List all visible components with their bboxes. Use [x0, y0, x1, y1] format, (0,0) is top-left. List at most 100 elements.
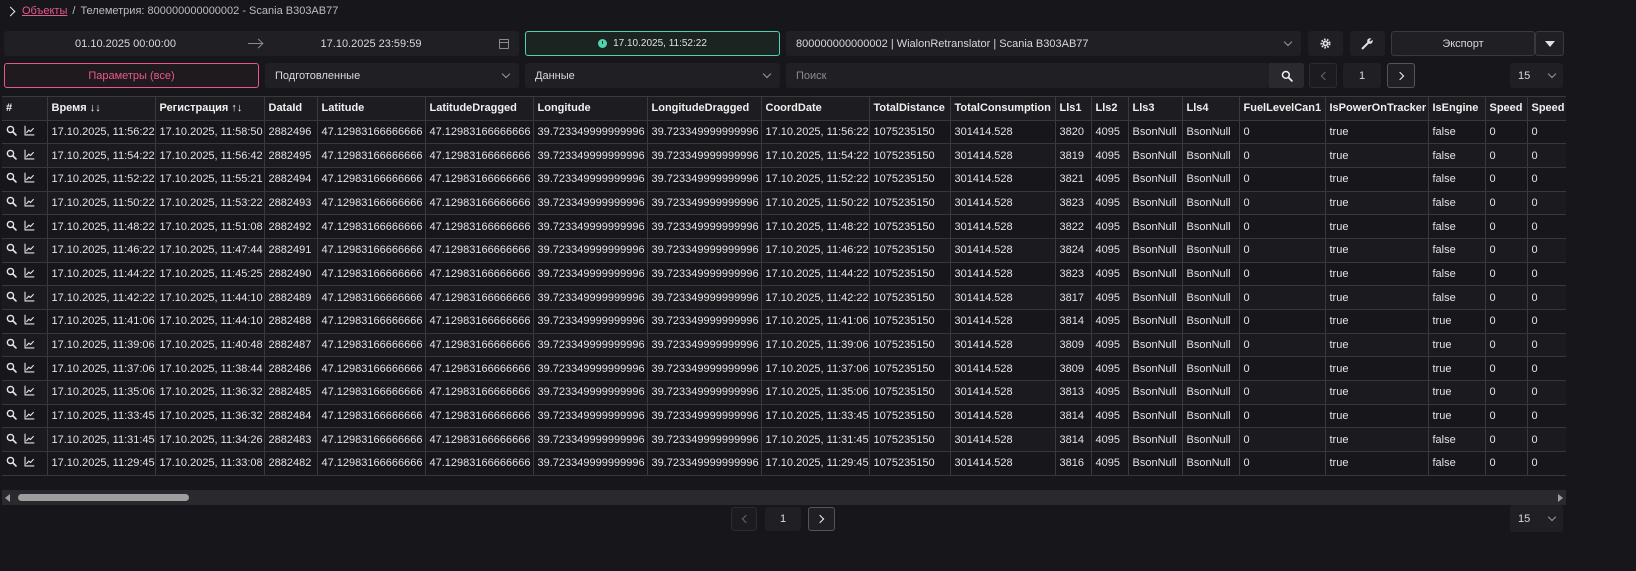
- page-size-select[interactable]: 15: [1510, 63, 1563, 88]
- column-header: Speed: [1527, 97, 1566, 121]
- chart-icon[interactable]: [24, 267, 35, 281]
- zoom-icon[interactable]: [6, 149, 17, 163]
- table-cell: 17.10.2025, 11:50:22: [761, 191, 870, 216]
- table-cell: 0: [1485, 143, 1528, 168]
- zoom-icon[interactable]: [6, 385, 17, 399]
- chart-icon[interactable]: [24, 291, 35, 305]
- zoom-icon[interactable]: [6, 243, 17, 257]
- prev-page-button[interactable]: [1309, 63, 1337, 88]
- table-cell: 0: [1239, 191, 1326, 216]
- zoom-icon[interactable]: [6, 172, 17, 186]
- table-cell: 3813: [1055, 380, 1092, 405]
- bottom-current-page[interactable]: 1: [765, 507, 801, 531]
- table-cell: 3817: [1055, 285, 1092, 310]
- chevron-left-icon: [1320, 71, 1329, 80]
- zoom-icon[interactable]: [6, 314, 17, 328]
- scrollbar-thumb[interactable]: [18, 494, 189, 501]
- table-cell: 3809: [1055, 356, 1092, 382]
- zoom-icon[interactable]: [6, 362, 17, 376]
- object-select[interactable]: 800000000000002 | WialonRetranslator | S…: [786, 31, 1301, 56]
- table-cell: 3823: [1055, 262, 1092, 287]
- table-cell: 2882486: [264, 356, 318, 382]
- data-select[interactable]: Данные: [525, 63, 780, 88]
- bottom-next-page-button[interactable]: [808, 507, 835, 531]
- table-cell: 39.723349999999996: [647, 214, 762, 239]
- table-cell: 301414.528: [950, 380, 1056, 405]
- chart-icon[interactable]: [24, 220, 35, 234]
- tools-button[interactable]: [1350, 31, 1385, 56]
- zoom-icon[interactable]: [6, 125, 17, 139]
- chart-icon[interactable]: [24, 338, 35, 352]
- horizontal-scrollbar[interactable]: [2, 490, 1566, 505]
- table-row: 17.10.2025, 11:37:06 17.10.2025, 11:38:44…: [2, 356, 1566, 382]
- column-header[interactable]: Время ↓↓: [47, 97, 156, 121]
- chart-icon[interactable]: [24, 362, 35, 376]
- chart-icon[interactable]: [24, 196, 35, 210]
- table-cell: 2882491: [264, 238, 318, 263]
- table-cell: 0: [1485, 238, 1528, 263]
- table-cell: true: [1325, 380, 1429, 405]
- scroll-right-icon[interactable]: [1558, 494, 1563, 502]
- date-to-field[interactable]: 17.10.2025 23:59:59: [262, 38, 480, 50]
- table-cell: false: [1428, 143, 1486, 168]
- export-dropdown-button[interactable]: [1535, 31, 1564, 56]
- chart-icon[interactable]: [24, 456, 35, 470]
- zoom-icon[interactable]: [6, 196, 17, 210]
- date-range-picker[interactable]: 01.10.2025 00:00:00 17.10.2025 23:59:59: [4, 31, 519, 56]
- table-cell: 17.10.2025, 11:58:50: [155, 120, 265, 145]
- chart-icon[interactable]: [24, 385, 35, 399]
- table-cell: 39.723349999999996: [533, 333, 648, 358]
- table-cell: 3823: [1055, 191, 1092, 216]
- table-cell: 0: [1239, 404, 1326, 429]
- next-page-button[interactable]: [1387, 63, 1415, 88]
- chart-icon[interactable]: [24, 149, 35, 163]
- table-cell: 17.10.2025, 11:37:06: [761, 356, 870, 382]
- settings-button[interactable]: [1308, 31, 1343, 56]
- table-cell: false: [1428, 427, 1486, 453]
- chart-icon[interactable]: [24, 172, 35, 186]
- scroll-left-icon[interactable]: [5, 494, 10, 502]
- chart-icon[interactable]: [24, 125, 35, 139]
- zoom-icon[interactable]: [6, 338, 17, 352]
- bottom-current-page-label: 1: [779, 513, 787, 525]
- zoom-icon[interactable]: [6, 267, 17, 281]
- calendar-icon[interactable]: [499, 38, 509, 49]
- chevron-left-icon: [741, 514, 750, 524]
- table-cell: 0: [1527, 427, 1566, 453]
- current-page[interactable]: 1: [1343, 63, 1381, 88]
- zoom-icon[interactable]: [6, 220, 17, 234]
- table-cell: 39.723349999999996: [533, 238, 648, 263]
- chevron-right-icon[interactable]: [5, 6, 16, 16]
- params-button[interactable]: Параметры (все): [4, 63, 259, 88]
- chart-icon[interactable]: [24, 243, 35, 257]
- telemetry-table-container[interactable]: # Время ↓↓ Регистрация ↑↓ DataId Latitude Lat…: [2, 96, 1566, 479]
- prepared-select[interactable]: Подготовленные: [265, 63, 519, 88]
- table-cell: false: [1428, 238, 1486, 263]
- zoom-icon[interactable]: [6, 456, 17, 470]
- table-row: 17.10.2025, 11:56:22 17.10.2025, 11:58:50…: [2, 120, 1566, 145]
- table-cell: 3822: [1055, 214, 1092, 239]
- breadcrumb-objects-link[interactable]: Объекты: [22, 5, 67, 17]
- table-cell: 47.12983166666666: [317, 167, 426, 192]
- bottom-page-size-select[interactable]: 15: [1510, 505, 1563, 532]
- chart-icon[interactable]: [24, 409, 35, 423]
- zoom-icon[interactable]: [6, 433, 17, 447]
- chart-icon[interactable]: [24, 314, 35, 328]
- bottom-prev-page-button[interactable]: [731, 507, 757, 531]
- date-from-field[interactable]: 01.10.2025 00:00:00: [4, 38, 247, 50]
- export-button[interactable]: Экспорт: [1391, 31, 1535, 56]
- table-cell: 0: [1485, 285, 1528, 310]
- bottom-page-size-value: 15: [1518, 512, 1531, 525]
- zoom-icon[interactable]: [6, 291, 17, 305]
- row-actions: [2, 333, 48, 358]
- now-time-button[interactable]: 17.10.2025, 11:52:22: [525, 31, 780, 56]
- chart-icon[interactable]: [24, 433, 35, 447]
- zoom-icon[interactable]: [6, 409, 17, 423]
- table-cell: 39.723349999999996: [647, 191, 762, 216]
- search-input[interactable]: Поиск: [786, 63, 1269, 88]
- search-button[interactable]: [1269, 63, 1304, 88]
- column-header[interactable]: Регистрация ↑↓: [155, 97, 265, 121]
- table-cell: 47.12983166666666: [425, 380, 534, 405]
- table-cell: 3814: [1055, 427, 1092, 453]
- row-actions: [2, 143, 48, 168]
